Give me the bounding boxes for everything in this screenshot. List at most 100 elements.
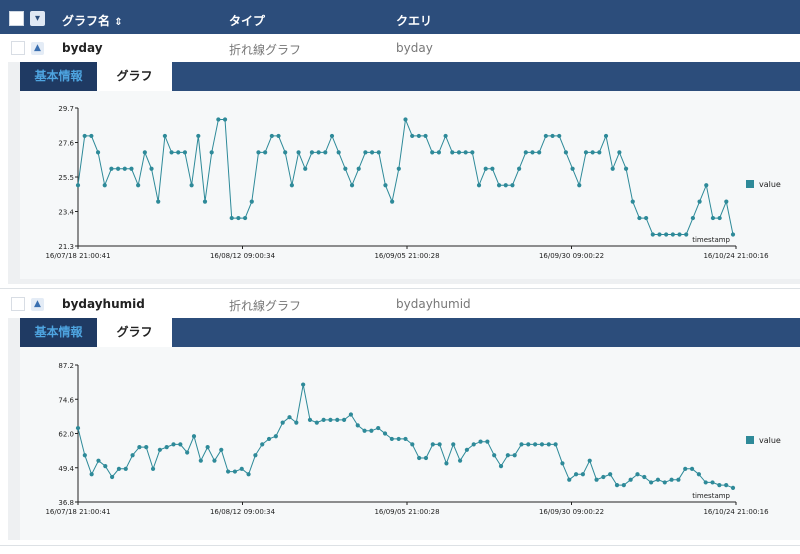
chart-area: 36.8 49.4 62.0 74.6 87.2 16/07/18 21:00:41 16/…: [20, 347, 800, 540]
data-point: [335, 417, 340, 423]
data-point: [410, 133, 415, 139]
data-point: [444, 461, 449, 466]
x-tick-label: 16/07/18 21:00:41: [45, 508, 110, 516]
data-point: [136, 183, 141, 188]
data-point: [644, 215, 649, 221]
column-header-name[interactable]: グラフ名 ⇕: [62, 12, 123, 29]
data-point: [336, 150, 341, 155]
data-point: [617, 150, 622, 155]
data-point: [655, 477, 661, 482]
data-point: [510, 183, 515, 188]
data-point: [530, 150, 535, 155]
data-point: [570, 166, 575, 171]
data-point: [519, 442, 524, 447]
data-point: [369, 150, 375, 155]
data-point: [376, 425, 381, 431]
data-point: [103, 464, 108, 469]
data-point: [169, 150, 174, 155]
row-checkbox[interactable]: [11, 297, 25, 311]
data-point: [423, 133, 428, 139]
chart-area: 21.3 23.4 25.5 27.6 29.7 16/07/18 21:00:41 16/…: [20, 91, 800, 279]
data-point: [456, 150, 462, 155]
data-point: [150, 466, 156, 471]
data-point: [403, 117, 408, 122]
data-point: [597, 150, 602, 155]
collapse-chevron-icon[interactable]: ▲: [31, 298, 44, 311]
data-point: [164, 444, 169, 450]
tab-basic-info[interactable]: 基本情報: [20, 62, 97, 91]
data-point: [266, 436, 272, 442]
data-point: [95, 150, 101, 155]
x-axis-label: timestamp: [692, 236, 730, 244]
data-point: [560, 461, 565, 466]
data-point: [321, 417, 326, 423]
table-row[interactable]: ▲ bydayhumid 折れ線グラフ bydayhumid: [0, 290, 800, 318]
select-all-checkbox[interactable]: [9, 11, 24, 26]
data-point: [216, 117, 221, 122]
data-point: [630, 199, 635, 204]
data-point: [149, 166, 154, 171]
graph-type: 折れ線グラフ: [229, 43, 302, 57]
data-point: [301, 382, 306, 387]
x-tick-label: 16/10/24 21:00:16: [703, 252, 769, 260]
data-point: [89, 472, 94, 477]
data-point: [496, 183, 502, 188]
data-point: [249, 199, 254, 204]
data-point: [389, 436, 394, 442]
data-point: [690, 215, 695, 221]
data-point: [430, 150, 435, 155]
data-point: [503, 183, 508, 188]
y-tick-label: 87.2: [58, 362, 74, 370]
data-point: [162, 133, 167, 139]
data-point: [533, 442, 538, 447]
data-point: [676, 477, 681, 482]
legend-label: value: [759, 436, 781, 445]
row-checkbox[interactable]: [11, 41, 25, 55]
data-point: [485, 439, 490, 444]
data-point: [222, 117, 228, 122]
data-point: [610, 166, 615, 171]
data-point: [437, 442, 442, 447]
data-point: [198, 458, 203, 463]
column-header-query: クエリ: [396, 14, 433, 28]
tab-basic-info[interactable]: 基本情報: [20, 318, 97, 347]
data-point: [512, 453, 517, 458]
data-point: [635, 472, 640, 477]
sort-icon[interactable]: ⇕: [114, 17, 122, 28]
tab-bar: 基本情報 グラフ: [20, 62, 800, 91]
x-tick-label: 16/09/30 09:00:22: [539, 252, 604, 260]
y-tick-label: 36.8: [58, 499, 74, 507]
data-point: [717, 483, 722, 488]
y-tick-label: 23.4: [58, 209, 74, 217]
data-point: [256, 150, 261, 155]
data-point: [567, 477, 572, 482]
data-point: [573, 472, 579, 477]
data-point: [623, 166, 629, 171]
tab-graph[interactable]: グラフ: [97, 62, 172, 91]
data-point: [416, 133, 421, 139]
data-point: [526, 442, 531, 447]
data-point: [341, 417, 347, 423]
data-point: [156, 199, 161, 204]
data-point: [202, 199, 208, 204]
data-point: [396, 436, 401, 442]
data-point: [96, 458, 101, 463]
data-point: [129, 166, 134, 171]
data-point: [662, 480, 667, 485]
data-point: [75, 425, 81, 431]
select-all-dropdown-icon[interactable]: ▾: [30, 11, 45, 26]
data-point: [273, 434, 278, 439]
collapse-chevron-icon[interactable]: ▲: [31, 42, 44, 55]
data-point: [505, 453, 510, 458]
data-point: [464, 447, 470, 452]
data-point: [577, 183, 582, 188]
data-point: [649, 480, 654, 485]
tab-graph[interactable]: グラフ: [97, 318, 172, 347]
data-point: [550, 133, 555, 139]
data-point: [191, 434, 197, 439]
data-point: [116, 166, 121, 171]
data-point: [122, 166, 127, 171]
x-tick-label: 16/07/18 21:00:41: [45, 252, 110, 260]
data-point: [670, 232, 675, 237]
table-row[interactable]: ▲ byday 折れ線グラフ byday: [0, 34, 800, 62]
